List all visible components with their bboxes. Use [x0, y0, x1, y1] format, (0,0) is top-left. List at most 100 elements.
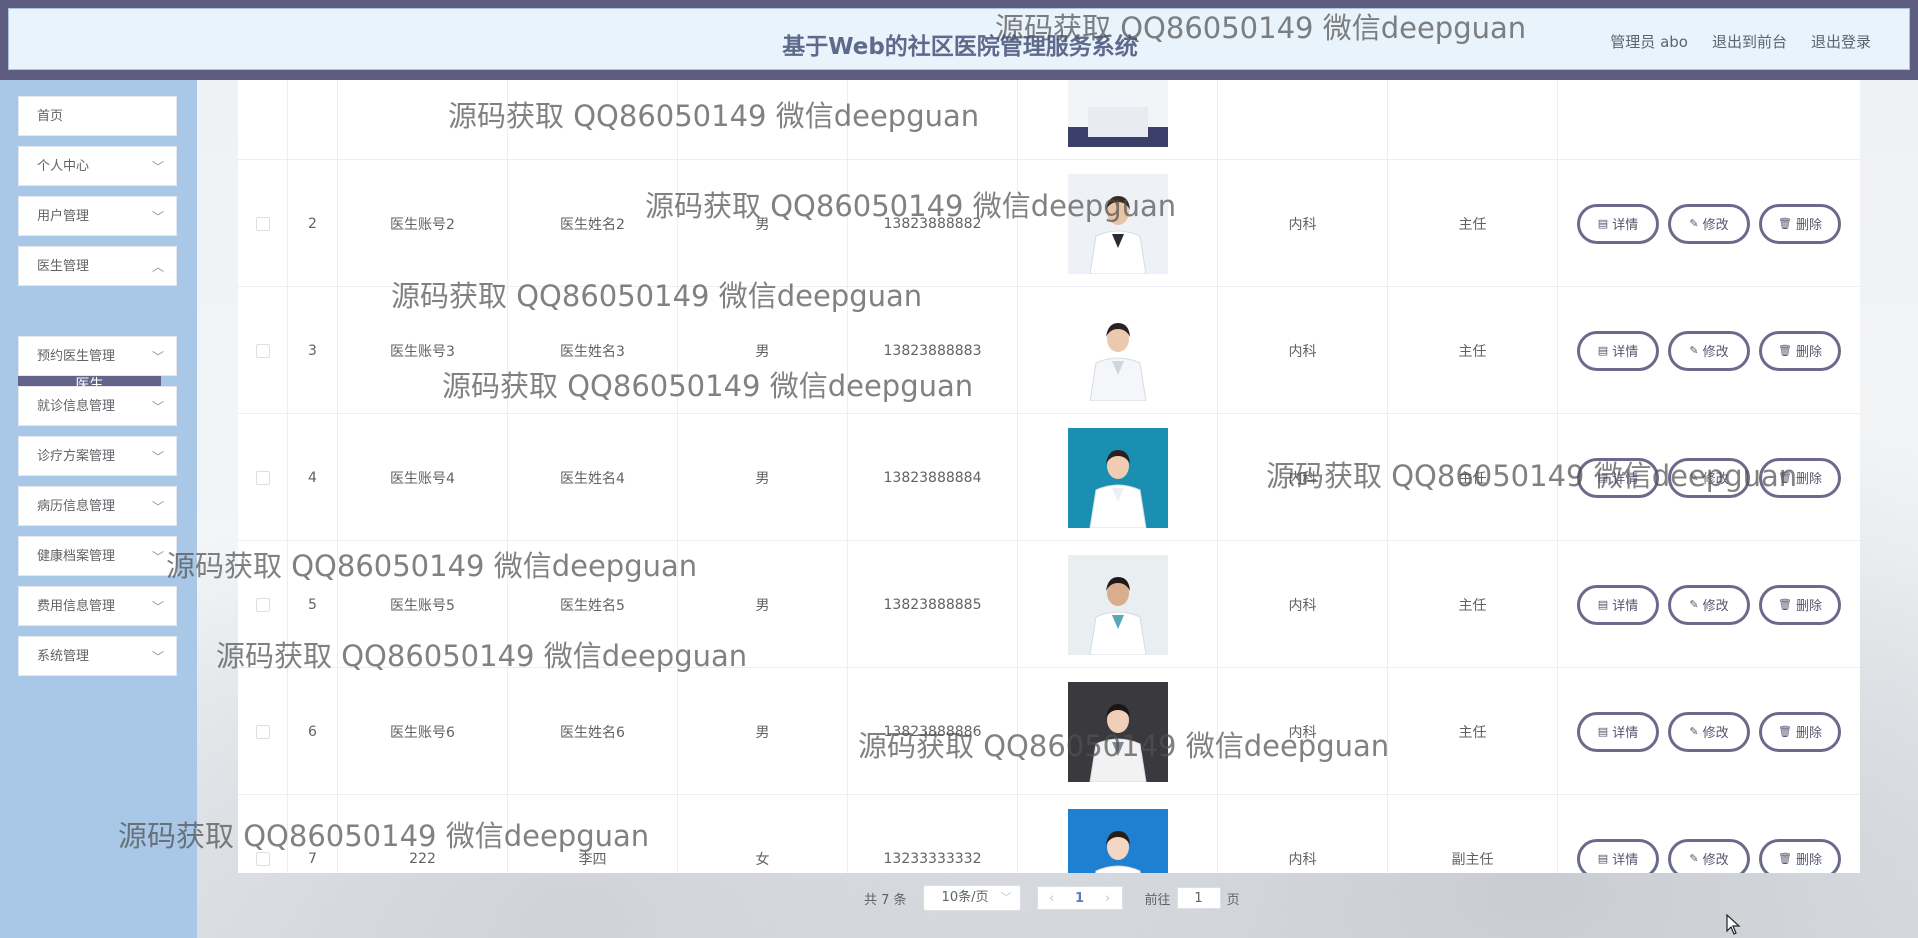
edit-icon: ✎ — [1689, 217, 1699, 230]
edit-button[interactable]: ✎ 修改 — [1668, 203, 1750, 244]
doctor-photo-partial — [1067, 80, 1168, 147]
delete-button[interactable]: 🗑 删除 — [1759, 330, 1841, 371]
chevron-down-icon: ﹀ — [151, 550, 164, 564]
document-icon: ▤ — [1597, 217, 1609, 230]
doctor-title: 主任 — [1388, 160, 1558, 287]
doctor-account: 医生账号5 — [338, 541, 508, 668]
row-checkbox-cell — [238, 795, 288, 873]
doctor-gender: 男 — [678, 287, 848, 414]
document-icon: ▤ — [1597, 598, 1609, 611]
sidebar-item-profile[interactable]: 个人中心 ﹀ — [18, 146, 177, 186]
row-checkbox-cell — [238, 668, 288, 795]
edit-button[interactable]: ✎ 修改 — [1668, 838, 1750, 873]
doctor-department: 内科 — [1218, 160, 1388, 287]
delete-button[interactable]: 🗑 删除 — [1759, 711, 1841, 752]
top-bar: 基于Web的社区医院管理服务系统 管理员 abo 退出到前台 退出登录 — [0, 0, 1918, 80]
row-actions: ▤ 详情 ✎ 修改 🗑 删除 — [1558, 541, 1860, 668]
doctor-photo-6 — [1067, 681, 1168, 782]
row-actions: ▤ 详情 ✎ 修改 🗑 删除 — [1558, 287, 1860, 414]
trash-icon: 🗑 — [1778, 471, 1792, 484]
row-checkbox-cell — [238, 160, 288, 287]
prev-page-icon[interactable]: ‹ — [1038, 891, 1066, 906]
front-page-link[interactable]: 退出到前台 — [1712, 31, 1787, 52]
detail-button[interactable]: ▤ 详情 — [1577, 330, 1659, 371]
doctor-name: 医生姓名3 — [508, 287, 678, 414]
doctor-table: 2 医生账号2 医生姓名2 男 13823888882 内科 主任 ▤ 详情 ✎ 修改 🗑 删除 3 医生账… — [238, 80, 1860, 873]
row-actions: ▤ 详情 ✎ 修改 🗑 删除 — [1558, 668, 1860, 795]
sidebar-item-visits[interactable]: 就诊信息管理 ﹀ — [18, 386, 177, 426]
doctor-photo-cell — [1018, 795, 1218, 873]
detail-button[interactable]: ▤ 详情 — [1577, 203, 1659, 244]
doctor-gender: 女 — [678, 795, 848, 873]
edit-icon: ✎ — [1689, 598, 1699, 611]
trash-icon: 🗑 — [1778, 852, 1792, 865]
row-checkbox[interactable] — [255, 343, 270, 358]
row-checkbox[interactable] — [255, 851, 270, 866]
chevron-down-icon: ﹀ — [151, 500, 164, 514]
sidebar-item-home[interactable]: 首页 — [18, 96, 177, 136]
sidebar-item-system[interactable]: 系统管理 ﹀ — [18, 636, 177, 676]
doctor-department: 内科 — [1218, 668, 1388, 795]
edit-button[interactable]: ✎ 修改 — [1668, 330, 1750, 371]
table-row: 3 医生账号3 医生姓名3 男 13823888883 内科 主任 ▤ 详情 ✎ 修改 🗑 删除 — [238, 287, 1860, 414]
row-actions: ▤ 详情 ✎ 修改 🗑 删除 — [1558, 414, 1860, 541]
doctor-photo-cell — [1018, 668, 1218, 795]
doctor-department: 内科 — [1218, 414, 1388, 541]
doctor-name: 医生姓名2 — [508, 160, 678, 287]
edit-icon: ✎ — [1689, 471, 1699, 484]
next-page-icon[interactable]: › — [1094, 891, 1122, 906]
row-checkbox[interactable] — [255, 597, 270, 612]
row-checkbox[interactable] — [255, 470, 270, 485]
doctor-name: 李四 — [508, 795, 678, 873]
row-index: 6 — [288, 668, 338, 795]
page-size-select[interactable]: 10条/页 ﹀ — [922, 885, 1021, 911]
sidebar-item-medical-records[interactable]: 病历信息管理 ﹀ — [18, 486, 177, 526]
sidebar-item-treatment-plans[interactable]: 诊疗方案管理 ﹀ — [18, 436, 177, 476]
delete-button[interactable]: 🗑 删除 — [1759, 584, 1841, 625]
edit-button[interactable]: ✎ 修改 — [1668, 711, 1750, 752]
doctor-phone: 13233333332 — [848, 795, 1018, 873]
doctor-title: 主任 — [1388, 287, 1558, 414]
doctor-photo-3 — [1067, 300, 1168, 401]
detail-button[interactable]: ▤ 详情 — [1577, 711, 1659, 752]
logout-link[interactable]: 退出登录 — [1811, 31, 1871, 52]
trash-icon: 🗑 — [1778, 217, 1792, 230]
doctor-photo-4 — [1067, 427, 1168, 528]
chevron-down-icon: ﹀ — [151, 160, 164, 174]
delete-button[interactable]: 🗑 删除 — [1759, 457, 1841, 498]
row-index: 4 — [288, 414, 338, 541]
doctor-gender: 男 — [678, 541, 848, 668]
delete-button[interactable]: 🗑 删除 — [1759, 203, 1841, 244]
delete-button[interactable]: 🗑 删除 — [1759, 838, 1841, 873]
goto-page: 前往 页 — [1145, 887, 1240, 909]
admin-user-label: 管理员 abo — [1610, 33, 1688, 51]
document-icon: ▤ — [1597, 852, 1609, 865]
doctor-title: 副主任 — [1388, 795, 1558, 873]
doctor-photo-5 — [1067, 554, 1168, 655]
row-index: 2 — [288, 160, 338, 287]
mouse-cursor-icon — [1726, 914, 1741, 935]
chevron-down-icon: ﹀ — [1000, 891, 1012, 904]
row-checkbox[interactable] — [255, 724, 270, 739]
row-checkbox[interactable] — [255, 216, 270, 231]
sidebar-item-appointments[interactable]: 预约医生管理 ﹀ — [18, 336, 177, 376]
doctor-gender: 男 — [678, 160, 848, 287]
pagination: 共 7 条 10条/页 ﹀ ‹ 1 › 前往 页 — [864, 885, 1240, 911]
doctor-phone: 13823888882 — [848, 160, 1018, 287]
detail-button[interactable]: ▤ 详情 — [1577, 584, 1659, 625]
row-actions: ▤ 详情 ✎ 修改 🗑 删除 — [1558, 795, 1860, 873]
sidebar-item-users[interactable]: 用户管理 ﹀ — [18, 196, 177, 236]
goto-page-input[interactable] — [1176, 887, 1221, 909]
current-page[interactable]: 1 — [1066, 891, 1094, 906]
sidebar-item-fees[interactable]: 费用信息管理 ﹀ — [18, 586, 177, 626]
edit-button[interactable]: ✎ 修改 — [1668, 584, 1750, 625]
sidebar-item-health-records[interactable]: 健康档案管理 ﹀ — [18, 536, 177, 576]
row-actions: ▤ 详情 ✎ 修改 🗑 删除 — [1558, 160, 1860, 287]
doctor-photo-cell — [1018, 414, 1218, 541]
detail-button[interactable]: ▤ 详情 — [1577, 457, 1659, 498]
chevron-down-icon: ﹀ — [151, 400, 164, 414]
sidebar-item-doctors[interactable]: 医生管理 ︿ — [18, 246, 177, 286]
detail-button[interactable]: ▤ 详情 — [1577, 838, 1659, 873]
chevron-down-icon: ﹀ — [151, 350, 164, 364]
edit-button[interactable]: ✎ 修改 — [1668, 457, 1750, 498]
